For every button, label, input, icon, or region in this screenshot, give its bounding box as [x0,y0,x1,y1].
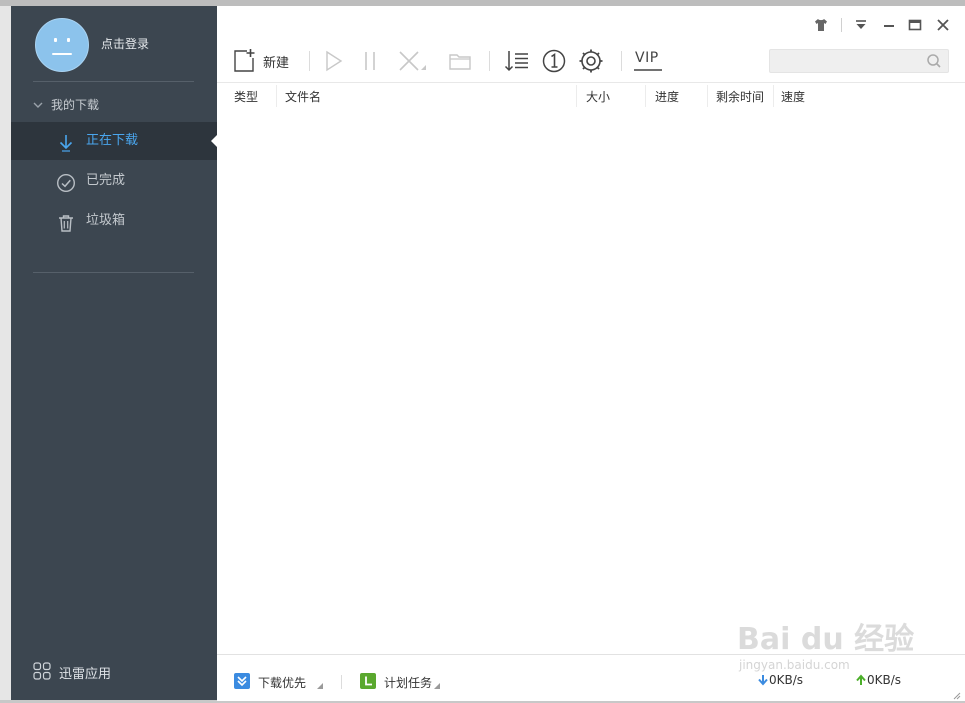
sidebar-divider [33,81,194,82]
delete-x-icon[interactable] [397,48,429,74]
up-arrow-icon [856,674,866,685]
apps-label: 迅雷应用 [59,667,112,682]
toolbar-separator [621,51,622,71]
column-header-speed[interactable]: 速度 [781,88,805,105]
column-separator[interactable] [773,85,774,107]
resize-grip-icon[interactable] [953,689,961,700]
column-separator[interactable] [707,85,708,107]
toolbar-separator [489,51,490,71]
column-header-size[interactable]: 大小 [586,88,610,105]
download-priority-label: 下载优先 [258,676,307,690]
upload-speed-value: 0KB/s [867,673,902,687]
open-folder-icon[interactable] [447,48,473,74]
skin-shirt-icon[interactable] [813,17,829,33]
avatar[interactable] [35,18,89,72]
statusbar-separator [341,675,342,689]
avatar-eye-left [54,38,57,42]
column-separator[interactable] [645,85,646,107]
avatar-mouth [52,53,72,55]
column-header-type[interactable]: 类型 [234,88,258,105]
column-header-remaining[interactable]: 剩余时间 [716,88,764,105]
close-icon[interactable] [935,17,951,33]
sidebar-item-completed[interactable]: 已完成 [11,162,217,200]
scheduled-task-icon [360,673,376,689]
main-panel: 新建 VIP 类型 文件名 大小 进度 剩余时间 速度 下载优先 计划任务 0K… [217,6,965,701]
sidebar-group-label: 我的下载 [51,98,100,112]
sidebar-item-label: 已完成 [86,173,126,188]
login-link[interactable]: 点击登录 [101,35,149,52]
down-arrow-icon [758,675,768,686]
download-priority-icon [234,673,250,689]
toolbar: 新建 VIP [217,44,965,78]
download-arrow-icon [56,131,76,152]
baidu-watermark-url: jingyan.baidu.com [739,658,850,672]
maximize-icon[interactable] [907,17,923,33]
minimize-icon[interactable] [881,17,897,33]
sidebar-divider [33,272,194,273]
sidebar: 点击登录 我的下载 正在下载 已完成 垃圾箱 迅雷应用 [11,6,218,700]
window-left-edge [0,6,11,700]
search-box[interactable] [769,49,949,73]
download-priority-button[interactable]: 下载优先 [234,673,334,691]
schedule-dropdown-icon [434,683,440,689]
scheduled-task-button[interactable]: 计划任务 [360,673,460,691]
apps-icon [33,662,51,680]
column-separator[interactable] [276,85,277,107]
download-speed-value: 0KB/s [769,673,804,687]
sidebar-item-downloading[interactable]: 正在下载 [11,122,218,160]
priority-dropdown-icon [317,683,323,689]
menu-dropdown-icon[interactable] [853,17,869,33]
pause-icon[interactable] [361,48,379,74]
check-circle-icon [56,171,76,193]
download-list-header: 类型 文件名 大小 进度 剩余时间 速度 [217,82,965,109]
new-task-icon[interactable] [233,48,257,74]
column-separator[interactable] [576,85,577,107]
column-header-progress[interactable]: 进度 [655,88,679,105]
sidebar-item-trash[interactable]: 垃圾箱 [11,202,217,240]
avatar-eye-right [67,38,70,42]
sort-list-icon[interactable] [503,48,531,74]
upload-speed: 0KB/s [855,673,901,687]
scheduled-task-label: 计划任务 [384,676,433,690]
start-play-icon[interactable] [323,48,345,74]
download-speed: 0KB/s [757,673,803,687]
single-task-icon[interactable] [541,48,567,74]
status-bar: 下载优先 计划任务 0KB/s 0KB/s [217,654,965,701]
baidu-watermark: Bai du 经验 [737,622,915,657]
app-window: 点击登录 我的下载 正在下载 已完成 垃圾箱 迅雷应用 新建 VIP 类型 文件… [0,0,965,701]
download-list[interactable] [217,109,965,654]
sidebar-group-my-downloads[interactable]: 我的下载 [33,96,99,113]
trash-icon [56,211,76,232]
search-input[interactable] [776,53,920,71]
new-task-button[interactable]: 新建 [263,52,289,71]
toolbar-separator [309,51,310,71]
vip-button[interactable]: VIP [633,48,665,74]
chevron-down-icon [33,98,51,112]
sidebar-item-label: 正在下载 [86,133,139,148]
sidebar-item-label: 垃圾箱 [86,213,126,228]
column-header-filename[interactable]: 文件名 [285,88,321,105]
search-icon[interactable] [926,53,942,69]
window-control-separator [841,18,842,32]
speed-settings-icon[interactable] [577,48,605,74]
vip-label: VIP [635,50,659,66]
